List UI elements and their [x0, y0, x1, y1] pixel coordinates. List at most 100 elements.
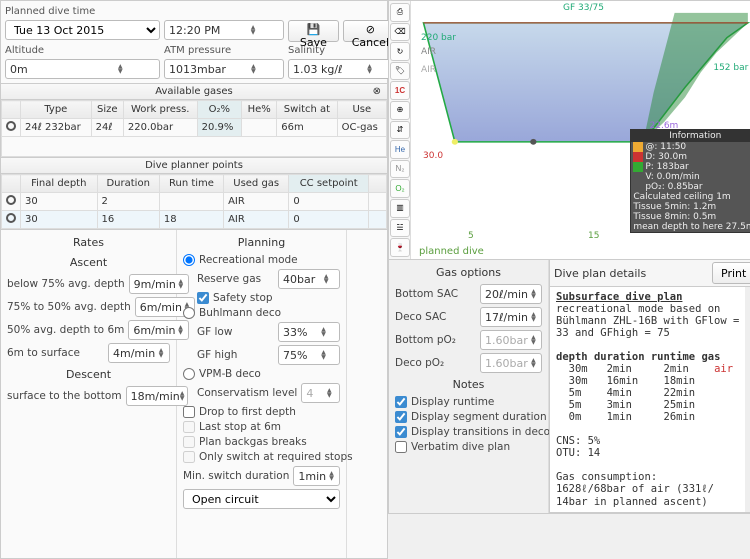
gear-icon — [6, 195, 16, 205]
pressure-end: 152 bar — [713, 63, 748, 73]
table-row[interactable] — [2, 137, 387, 157]
atm-input[interactable]: 1013mbar▲▼ — [164, 59, 284, 79]
tool-icon[interactable]: ⌫ — [390, 23, 410, 42]
table-row[interactable]: 302AIR0 — [2, 193, 387, 211]
salinity-input[interactable]: 1.03 kg/ℓ▲▼ — [288, 59, 398, 79]
planned-dive-time-label: Planned dive time — [5, 5, 160, 18]
min-switch[interactable]: 1min▲▼ — [293, 466, 340, 486]
tool-icon[interactable]: ☱ — [390, 219, 410, 238]
dive-profile-chart[interactable]: ⎙ ⌫ ↻ 🏷 1C ⊕ ⇵ He N₂ O₂ ▥ ☱ 🍷 — [388, 0, 750, 260]
table-header: TypeSizeWork press. O₂%He%Switch atUse — [2, 101, 387, 119]
gear-icon — [6, 213, 16, 223]
ascent-title: Ascent — [7, 254, 170, 271]
dive-planner-points-header: Dive planner points — [1, 157, 387, 174]
check-label: Display transitions in deco — [411, 426, 550, 438]
check-drop-first[interactable] — [183, 406, 195, 418]
info-tooltip: Information @: 11:50 D: 30.0m P: 183bar … — [630, 129, 750, 233]
chart-toolbar: ⎙ ⌫ ↻ 🏷 1C ⊕ ⇵ He N₂ O₂ ▥ ☱ 🍷 — [389, 1, 411, 259]
check-transitions[interactable] — [395, 426, 407, 438]
check-backgas — [183, 436, 195, 448]
print-button[interactable]: Print — [712, 262, 750, 284]
rate-label: 75% to 50% avg. depth — [7, 301, 131, 313]
check-label: Verbatim dive plan — [411, 441, 542, 453]
dive-plan-text[interactable]: Subsurface dive plan recreational mode b… — [550, 287, 750, 512]
tool-icon[interactable]: O₂ — [390, 179, 410, 198]
check-label: Safety stop — [213, 292, 340, 304]
radio-label: Buhlmann deco — [199, 307, 340, 319]
tool-icon[interactable]: ⇵ — [390, 121, 410, 140]
deco-po2: 1.60bar▲▼ — [480, 353, 542, 373]
check-onlyswitch — [183, 451, 195, 463]
deco-po2-label: Deco pO₂ — [395, 357, 476, 369]
tool-icon[interactable]: 🍷 — [390, 238, 410, 257]
rate-6-0[interactable]: 4m/min▲▼ — [108, 343, 170, 363]
save-button[interactable]: 💾 Save — [288, 20, 339, 42]
check-segment[interactable] — [395, 411, 407, 423]
check-last6 — [183, 421, 195, 433]
table-row[interactable]: 301618AIR0 — [2, 211, 387, 229]
rate-label: 6m to surface — [7, 347, 104, 359]
mode-select[interactable]: Open circuit — [183, 489, 340, 509]
tool-icon[interactable]: ↻ — [390, 42, 410, 61]
radio-vpmb[interactable] — [183, 368, 195, 380]
radio-label: VPM-B deco — [199, 368, 340, 380]
bottom-sac[interactable]: 20ℓ/min▲▼ — [480, 284, 542, 304]
tool-icon[interactable]: He — [390, 140, 410, 159]
gf-high[interactable]: 75%▲▼ — [278, 345, 340, 365]
date-select[interactable]: Tue 13 Oct 2015 — [5, 20, 160, 40]
gf-label: GF 33/75 — [563, 3, 604, 13]
check-safety-stop[interactable] — [197, 292, 209, 304]
gases-table[interactable]: TypeSizeWork press. O₂%He%Switch atUse 2… — [1, 100, 387, 157]
table-row[interactable]: 24ℓ 232bar24ℓ220.0bar 20.9%66mOC-gas — [2, 119, 387, 137]
tool-icon[interactable]: N₂ — [390, 160, 410, 179]
bottom-sac-label: Bottom SAC — [395, 288, 476, 300]
tool-icon[interactable]: 🏷 — [390, 62, 410, 81]
table-header: Final depthDurationRun time Used gasCC s… — [2, 175, 387, 193]
check-label: Display segment duration — [411, 411, 547, 423]
altitude-label: Altitude — [5, 44, 160, 57]
x-tick: 5 — [468, 231, 474, 241]
tool-icon[interactable]: ⎙ — [390, 3, 410, 22]
check-verbatim[interactable] — [395, 441, 407, 453]
x-tick: 15 — [588, 231, 599, 241]
time-input[interactable]: 12:20 PM▲▼ — [164, 20, 284, 40]
tool-icon[interactable]: 1C — [390, 81, 410, 100]
planning-title: Planning — [183, 234, 340, 251]
minswitch-label: Min. switch duration — [183, 470, 289, 482]
gf-low[interactable]: 33%▲▼ — [278, 322, 340, 342]
check-label: Only switch at required stops — [199, 451, 353, 463]
bottom-po2-label: Bottom pO₂ — [395, 334, 476, 346]
close-icon[interactable]: ⊗ — [373, 86, 381, 97]
gas-options-title: Gas options — [395, 264, 542, 281]
depth-30: 30.0 — [423, 151, 443, 161]
gear-icon — [6, 121, 16, 131]
air-label: AIR — [421, 65, 436, 75]
tool-icon[interactable]: ▥ — [390, 199, 410, 218]
altitude-input[interactable]: 0m▲▼ — [5, 59, 160, 79]
check-label: Last stop at 6m — [199, 421, 340, 433]
salinity-label: Salinity — [288, 44, 398, 57]
reserve-gas[interactable]: 40bar▲▼ — [278, 269, 340, 289]
gf-low-label: GF low — [197, 326, 274, 338]
check-runtime[interactable] — [395, 396, 407, 408]
radio-recreational[interactable] — [183, 254, 195, 266]
pressure-start: 220 bar — [421, 33, 456, 43]
conservatism-label: Conservatism level — [197, 387, 297, 399]
notes-title: Notes — [395, 376, 542, 393]
atm-label: ATM pressure — [164, 44, 284, 57]
rates-title: Rates — [7, 234, 170, 251]
rate-label: surface to the bottom — [7, 390, 122, 402]
tool-icon[interactable]: ⊕ — [390, 101, 410, 120]
reserve-gas-label: Reserve gas — [197, 273, 274, 285]
bottom-po2: 1.60bar▲▼ — [480, 330, 542, 350]
rate-label: 50% avg. depth to 6m — [7, 324, 124, 336]
details-title: Dive plan details — [554, 267, 712, 280]
descent-title: Descent — [7, 366, 170, 383]
points-table[interactable]: Final depthDurationRun time Used gasCC s… — [1, 174, 387, 229]
gf-high-label: GF high — [197, 349, 274, 361]
radio-label: Recreational mode — [199, 254, 340, 266]
rate-label: below 75% avg. depth — [7, 278, 125, 290]
deco-sac[interactable]: 17ℓ/min▲▼ — [480, 307, 542, 327]
radio-buhlmann[interactable] — [183, 307, 195, 319]
check-label: Drop to first depth — [199, 406, 340, 418]
